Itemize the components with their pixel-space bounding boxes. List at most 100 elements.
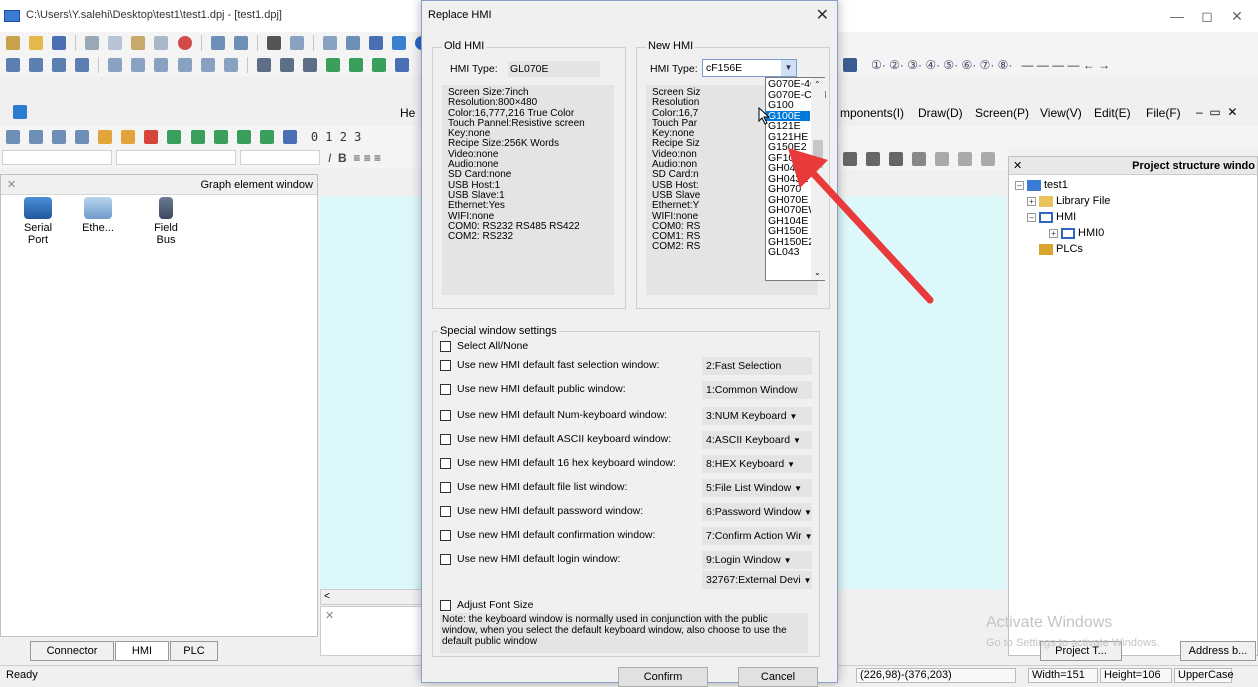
checkbox[interactable] [440, 599, 451, 611]
option-checkbox[interactable]: Use new HMI default 16 hex keyboard wind… [440, 457, 676, 469]
option-window-select[interactable]: 7:Confirm Action Wir ▼ [702, 527, 812, 545]
option-window-select[interactable]: 1:Common Window [702, 381, 812, 399]
tab-plc[interactable]: PLC [170, 641, 218, 661]
layer-down-icon[interactable] [349, 58, 363, 72]
align-bottom-icon[interactable] [75, 58, 90, 72]
simulate-icon[interactable] [369, 36, 384, 50]
send-back-icon[interactable] [372, 58, 387, 72]
save-icon[interactable] [52, 36, 67, 50]
redo-icon[interactable] [233, 36, 248, 50]
distribute-h-icon[interactable] [108, 58, 123, 72]
option-checkbox[interactable]: Use new HMI default password window: [440, 505, 643, 517]
find-icon[interactable] [266, 36, 281, 50]
menu-view[interactable]: View(V) [1040, 106, 1082, 120]
same-size-icon[interactable] [200, 58, 215, 72]
scroll-up-icon[interactable]: ⌃ [814, 80, 821, 89]
checkbox[interactable] [440, 529, 451, 541]
menu-fragment[interactable]: He [400, 106, 415, 120]
layer-up-icon[interactable] [325, 58, 340, 72]
ethernet-item[interactable]: Ethe... [77, 197, 119, 234]
close-button[interactable]: ✕ [1222, 6, 1252, 26]
online-icon[interactable] [392, 36, 407, 50]
download-icon[interactable] [346, 36, 361, 50]
hmi-type-select[interactable]: cF156E ▼ [702, 59, 797, 77]
open-icon[interactable] [29, 36, 44, 50]
ungroup-icon[interactable] [279, 58, 294, 72]
element-icon[interactable] [236, 130, 251, 144]
checkbox[interactable] [440, 409, 451, 421]
screen-canvas[interactable] [320, 196, 426, 589]
number-tools[interactable]: 0 1 2 3 [311, 130, 362, 144]
option-checkbox[interactable]: Use new HMI default confirmation window: [440, 529, 655, 541]
option-window-select[interactable]: 9:Login Window ▼ [702, 551, 812, 569]
dropdown-option[interactable]: G121E [766, 121, 810, 132]
same-width-icon[interactable] [154, 58, 169, 72]
checkbox[interactable] [440, 457, 451, 469]
font-size-select[interactable] [116, 150, 236, 165]
copy-icon[interactable] [108, 36, 123, 50]
tree-hmi[interactable]: – HMI [1027, 211, 1076, 223]
option-checkbox[interactable]: Use new HMI default fast selection windo… [440, 359, 660, 371]
element-icon[interactable] [6, 130, 20, 144]
option-window-select[interactable]: 6:Password Window ▼ [702, 503, 812, 521]
center-icon[interactable] [223, 58, 238, 72]
element-icon[interactable] [167, 130, 182, 144]
layer-icon[interactable] [843, 58, 857, 72]
same-height-icon[interactable] [177, 58, 192, 72]
color-select[interactable] [240, 150, 320, 165]
menu-draw[interactable]: Draw(D) [918, 106, 963, 120]
chevron-down-icon[interactable]: ▼ [781, 60, 796, 76]
checkbox[interactable] [440, 505, 451, 517]
option-checkbox[interactable]: Use new HMI default ASCII keyboard windo… [440, 433, 671, 445]
checkbox[interactable] [440, 481, 451, 493]
tab-hmi[interactable]: HMI [115, 641, 169, 661]
compile-icon[interactable] [323, 36, 337, 50]
checkbox[interactable] [440, 359, 451, 371]
menu-edit[interactable]: Edit(E) [1094, 106, 1131, 120]
cancel-button[interactable]: Cancel [738, 667, 818, 687]
align-top-icon[interactable] [52, 58, 67, 72]
element-icon[interactable] [121, 130, 136, 144]
checkbox[interactable] [440, 383, 451, 395]
dialog-close-button[interactable]: ✕ [816, 5, 829, 25]
minimize-button[interactable]: — [1162, 6, 1192, 26]
option-checkbox[interactable]: Use new HMI default Num-keyboard window: [440, 409, 667, 421]
replace-icon[interactable] [289, 36, 304, 50]
font-style-buttons[interactable]: I B ≡ ≡ ≡ [328, 151, 381, 165]
undo-icon[interactable] [210, 36, 225, 50]
element-icon[interactable] [190, 130, 205, 144]
element-icon[interactable] [282, 130, 297, 144]
group-icon[interactable] [256, 58, 271, 72]
paste-icon[interactable] [131, 36, 146, 50]
new-icon[interactable] [6, 36, 20, 50]
option-window-select[interactable]: 2:Fast Selection [702, 357, 812, 375]
font-family-select[interactable] [2, 150, 112, 165]
checkbox[interactable] [440, 553, 451, 565]
align-right-icon[interactable] [29, 58, 44, 72]
pattern-icon[interactable] [958, 152, 973, 166]
confirm-button[interactable]: Confirm [618, 667, 708, 687]
element-icon[interactable] [98, 130, 113, 144]
option-window-select[interactable]: 5:File List Window ▼ [702, 479, 812, 497]
element-icon[interactable] [29, 130, 44, 144]
close-icon[interactable]: ✕ [325, 609, 334, 622]
menu-file[interactable]: File(F) [1146, 106, 1181, 120]
select-all-checkbox[interactable]: Select All/None [440, 340, 528, 352]
option-window-select[interactable]: 4:ASCII Keyboard ▼ [702, 431, 812, 449]
maximize-button[interactable]: ◻ [1192, 6, 1222, 26]
element-icon[interactable] [75, 130, 90, 144]
horizontal-scrollbar[interactable]: < [320, 589, 426, 605]
checkbox[interactable] [440, 340, 451, 352]
dropdown-option[interactable]: G070E-4G [766, 79, 818, 90]
field-bus-item[interactable]: Field Bus [145, 197, 187, 246]
dropdown-option[interactable]: G100 [766, 100, 810, 111]
menu-components[interactable]: mponents(I) [840, 106, 904, 120]
cut-icon[interactable] [85, 36, 100, 50]
tree-hmi0[interactable]: + HMI0 [1049, 227, 1104, 239]
option-checkbox[interactable]: Use new HMI default public window: [440, 383, 626, 395]
option-checkbox[interactable]: Use new HMI default login window: [440, 553, 620, 565]
option-window-select[interactable]: 8:HEX Keyboard ▼ [702, 455, 812, 473]
mdi-controls[interactable]: – ▭ ✕ [1196, 105, 1237, 119]
tab-address-book[interactable]: Address b... [1180, 641, 1256, 661]
distribute-v-icon[interactable] [131, 58, 146, 72]
